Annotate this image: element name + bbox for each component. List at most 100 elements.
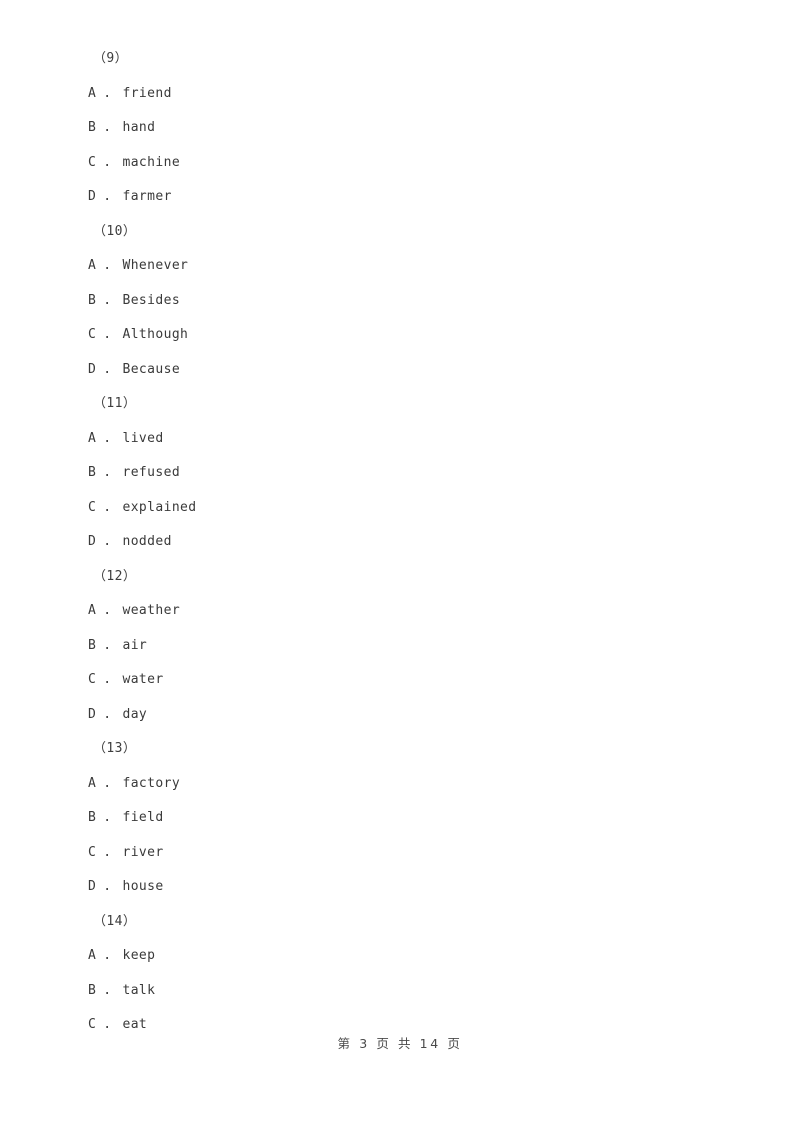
option-separator: . bbox=[103, 672, 112, 687]
option-letter: D bbox=[88, 706, 97, 722]
option-text: machine bbox=[122, 154, 181, 170]
answer-option[interactable]: B. talk bbox=[88, 974, 708, 1009]
question-number: （12） bbox=[93, 568, 137, 584]
answer-option[interactable]: B. hand bbox=[88, 111, 708, 146]
question-number: （10） bbox=[93, 223, 137, 239]
option-separator: . bbox=[103, 534, 112, 549]
option-text: river bbox=[122, 844, 164, 860]
answer-option[interactable]: A. factory bbox=[88, 767, 708, 802]
option-text: refused bbox=[122, 465, 181, 480]
option-separator: . bbox=[103, 982, 112, 998]
answer-option[interactable]: D. day bbox=[88, 698, 708, 733]
option-separator: . bbox=[103, 120, 112, 135]
option-text: explained bbox=[122, 499, 197, 515]
option-text: Whenever bbox=[122, 258, 189, 273]
answer-option[interactable]: A. weather bbox=[88, 594, 708, 629]
answer-option[interactable]: B. refused bbox=[88, 456, 708, 491]
document-page: （9） A. friend B. hand C. machine D. farmer （10） A.… bbox=[0, 0, 800, 1132]
option-letter: C bbox=[88, 844, 97, 860]
option-separator: . bbox=[103, 430, 112, 446]
option-separator: . bbox=[103, 258, 112, 273]
option-separator: . bbox=[103, 775, 112, 791]
option-text: weather bbox=[122, 603, 181, 618]
option-separator: . bbox=[103, 603, 112, 618]
option-separator: . bbox=[103, 879, 112, 894]
question-group: （13） A. factory B. field C. river D. house bbox=[88, 732, 708, 905]
option-separator: . bbox=[103, 361, 112, 377]
option-letter: B bbox=[88, 292, 97, 308]
question-group: （9） A. friend B. hand C. machine D. farmer bbox=[88, 42, 708, 215]
option-letter: C bbox=[88, 327, 97, 342]
answer-option[interactable]: C. machine bbox=[88, 146, 708, 181]
page-footer: 第 3 页 共 14 页 bbox=[0, 1033, 800, 1052]
answer-option[interactable]: A. friend bbox=[88, 77, 708, 112]
answer-option[interactable]: C. water bbox=[88, 663, 708, 698]
answer-option[interactable]: A. keep bbox=[88, 939, 708, 974]
option-text: friend bbox=[122, 85, 172, 101]
option-letter: C bbox=[88, 154, 97, 170]
option-letter: B bbox=[88, 120, 97, 135]
option-separator: . bbox=[103, 292, 112, 308]
option-letter: B bbox=[88, 465, 97, 480]
option-text: lived bbox=[122, 430, 164, 446]
question-number: （9） bbox=[93, 51, 129, 66]
option-text: hand bbox=[122, 120, 156, 135]
option-letter: D bbox=[88, 534, 97, 549]
option-letter: D bbox=[88, 189, 97, 204]
question-group: （14） A. keep B. talk C. eat bbox=[88, 905, 708, 1043]
answer-option[interactable]: A. Whenever bbox=[88, 249, 708, 284]
option-text: Although bbox=[122, 327, 189, 342]
option-separator: . bbox=[103, 706, 112, 722]
option-letter: A bbox=[88, 85, 97, 101]
option-letter: B bbox=[88, 982, 97, 998]
option-separator: . bbox=[103, 465, 112, 480]
option-separator: . bbox=[103, 844, 112, 860]
answer-option[interactable]: D. Because bbox=[88, 353, 708, 388]
answer-option[interactable]: B. air bbox=[88, 629, 708, 664]
option-text: Because bbox=[122, 361, 181, 377]
option-separator: . bbox=[103, 637, 112, 653]
option-text: house bbox=[122, 879, 164, 894]
question-group: （12） A. weather B. air C. water D. day bbox=[88, 560, 708, 733]
answer-option[interactable]: B. Besides bbox=[88, 284, 708, 319]
option-separator: . bbox=[103, 327, 112, 342]
answer-option[interactable]: B. field bbox=[88, 801, 708, 836]
option-text: nodded bbox=[122, 534, 172, 549]
question-number: （11） bbox=[93, 396, 137, 411]
question-group: （10） A. Whenever B. Besides C. Although D. Becau… bbox=[88, 215, 708, 388]
option-text: day bbox=[122, 706, 148, 722]
option-separator: . bbox=[103, 499, 112, 515]
answer-option[interactable]: D. nodded bbox=[88, 525, 708, 560]
question-number: （13） bbox=[93, 741, 137, 756]
option-letter: A bbox=[88, 603, 97, 618]
option-text: farmer bbox=[122, 189, 172, 204]
option-text: water bbox=[122, 672, 164, 687]
page-number-text: 第 3 页 共 14 页 bbox=[337, 1036, 463, 1051]
option-separator: . bbox=[103, 948, 112, 963]
option-text: keep bbox=[122, 948, 156, 963]
answer-option[interactable]: C. Although bbox=[88, 318, 708, 353]
option-separator: . bbox=[103, 154, 112, 170]
option-letter: A bbox=[88, 430, 97, 446]
option-letter: C bbox=[88, 499, 97, 515]
option-letter: A bbox=[88, 775, 97, 791]
option-letter: D bbox=[88, 879, 97, 894]
option-text: air bbox=[122, 637, 148, 653]
option-separator: . bbox=[103, 189, 112, 204]
option-letter: B bbox=[88, 810, 97, 825]
answer-option[interactable]: C. explained bbox=[88, 491, 708, 526]
question-list: （9） A. friend B. hand C. machine D. farmer （10） A.… bbox=[88, 42, 708, 1043]
option-separator: . bbox=[103, 810, 112, 825]
option-letter: A bbox=[88, 258, 97, 273]
answer-option[interactable]: A. lived bbox=[88, 422, 708, 457]
question-group: （11） A. lived B. refused C. explained D. nodded bbox=[88, 387, 708, 560]
option-text: Besides bbox=[122, 292, 181, 308]
option-letter: D bbox=[88, 361, 97, 377]
question-number: （14） bbox=[93, 913, 137, 929]
option-separator: . bbox=[103, 85, 112, 101]
answer-option[interactable]: D. house bbox=[88, 870, 708, 905]
option-text: factory bbox=[122, 775, 181, 791]
answer-option[interactable]: C. river bbox=[88, 836, 708, 871]
option-letter: A bbox=[88, 948, 97, 963]
answer-option[interactable]: D. farmer bbox=[88, 180, 708, 215]
